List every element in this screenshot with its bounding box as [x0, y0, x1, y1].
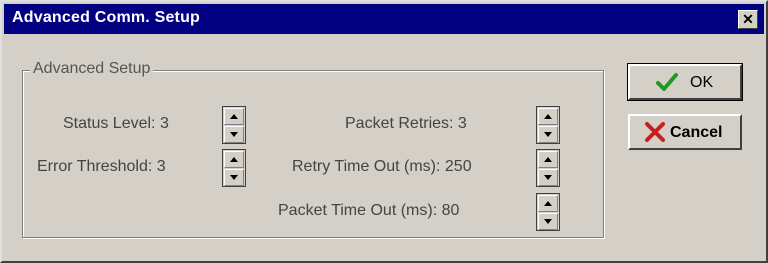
status-level-spin-up[interactable] [224, 108, 244, 125]
arrow-up-icon [230, 157, 238, 162]
packet-time-out-spin-down[interactable] [538, 213, 558, 230]
error-threshold-spin-up[interactable] [224, 151, 244, 168]
error-threshold-label: Error Threshold: 3 [37, 158, 166, 175]
arrow-up-icon [544, 114, 552, 119]
status-level-spin-down[interactable] [224, 126, 244, 143]
retry-time-out-spin-up[interactable] [538, 151, 558, 168]
status-level-spinner[interactable] [222, 106, 246, 144]
retry-time-out-spinner[interactable] [536, 149, 560, 187]
packet-retries-spinner[interactable] [536, 106, 560, 144]
cancel-button[interactable]: Cancel [628, 114, 742, 150]
close-button[interactable]: ✕ [738, 10, 758, 29]
ok-button-label: OK [690, 74, 714, 91]
title-bar[interactable]: Advanced Comm. Setup ✕ [4, 4, 764, 34]
packet-retries-spin-up[interactable] [538, 108, 558, 125]
packet-retries-spin-down[interactable] [538, 126, 558, 143]
retry-time-out-spin-down[interactable] [538, 169, 558, 186]
error-threshold-spin-down[interactable] [224, 169, 244, 186]
cancel-button-label: Cancel [670, 124, 723, 141]
packet-time-out-spin-up[interactable] [538, 195, 558, 212]
arrow-down-icon [230, 175, 238, 180]
advanced-setup-group-label: Advanced Setup [30, 60, 154, 78]
arrow-up-icon [544, 201, 552, 206]
close-icon: ✕ [742, 11, 754, 27]
ok-button[interactable]: OK [627, 63, 743, 101]
status-level-label: Status Level: 3 [63, 115, 169, 132]
x-icon [645, 122, 665, 142]
arrow-down-icon [544, 175, 552, 180]
error-threshold-spinner[interactable] [222, 149, 246, 187]
packet-retries-label: Packet Retries: 3 [345, 115, 467, 132]
window-title: Advanced Comm. Setup [12, 9, 201, 26]
arrow-down-icon [544, 219, 552, 224]
arrow-up-icon [544, 157, 552, 162]
packet-time-out-spinner[interactable] [536, 193, 560, 231]
check-icon [656, 73, 678, 91]
retry-time-out-label: Retry Time Out (ms): 250 [292, 158, 472, 175]
arrow-down-icon [230, 132, 238, 137]
arrow-down-icon [544, 132, 552, 137]
packet-time-out-label: Packet Time Out (ms): 80 [278, 202, 460, 219]
arrow-up-icon [230, 114, 238, 119]
